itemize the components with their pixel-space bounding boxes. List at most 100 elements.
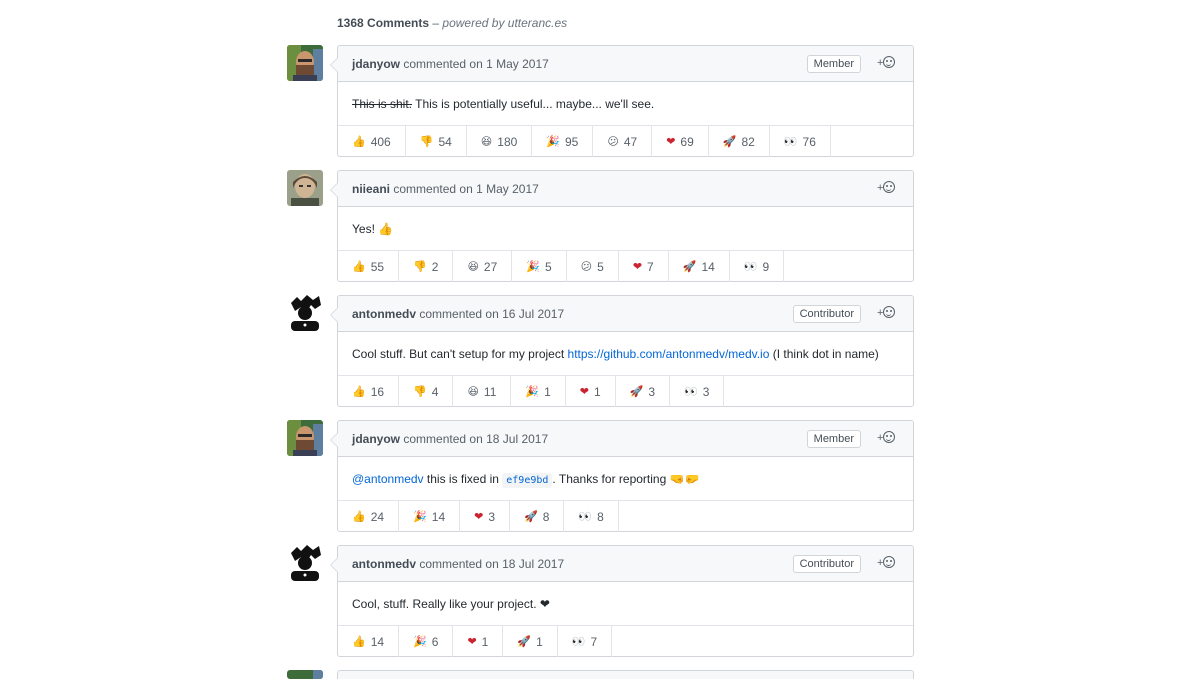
comment-date[interactable]: on 1 May 2017 [459,182,538,196]
comment: antonmedv commented on 16 Jul 2017 Contr… [287,295,914,407]
comment-text: this is fixed in [423,472,503,486]
reaction-heart[interactable]: ❤ 7 [619,251,669,282]
comment-author[interactable]: antonmedv [352,557,416,571]
reaction-laugh[interactable]: 😆 11 [453,376,512,407]
reaction-heart[interactable]: ❤ 69 [652,126,709,157]
reaction-hooray[interactable]: 🎉 6 [399,626,454,657]
comment-box: jdanyow commented on 1 May 2017 Member +… [330,45,914,157]
thumbs-down-icon: 👎 [413,385,427,398]
laugh-icon: 😆 [480,135,493,148]
reaction-eyes[interactable]: 👀 8 [564,501,619,532]
comment-text-after: . Thanks for reporting 🤜🤛 [552,472,700,486]
heart-icon: ❤ [467,635,477,648]
reaction-thumbs-up[interactable]: 👍 406 [338,126,406,157]
add-reaction-button[interactable]: + [877,306,901,322]
avatar[interactable] [287,295,323,331]
reaction-rocket[interactable]: 🚀 3 [616,376,671,407]
heart-icon: ❤ [666,135,676,148]
add-reaction-button[interactable]: + [877,556,901,572]
role-badge: Contributor [792,305,861,323]
comment-date[interactable]: on 1 May 2017 [469,57,548,71]
heart-icon: ❤ [579,385,589,398]
avatar-antonmedv-icon [287,545,323,581]
comment-author[interactable]: jdanyow [352,432,400,446]
comment-verb: commented [393,182,457,196]
powered-by-link[interactable]: powered by utteranc.es [442,16,567,30]
rocket-icon: 🚀 [682,260,697,273]
reaction-confused[interactable]: 😕 5 [567,251,619,282]
reaction-eyes[interactable]: 👀 7 [558,626,613,657]
avatar-jdanyow-icon [287,45,323,81]
eyes-icon: 👀 [571,635,586,648]
reaction-thumbs-up[interactable]: 👍 14 [338,626,400,657]
reaction-hooray[interactable]: 🎉 1 [511,376,566,407]
comment-date[interactable]: on 18 Jul 2017 [469,432,548,446]
reaction-hooray[interactable]: 🎉 95 [532,126,594,157]
reaction-hooray[interactable]: 🎉 14 [399,501,461,532]
comment-header: niieani commented on 1 May 2017 + [338,171,913,207]
party-popper-icon: 🎉 [546,135,560,148]
strikethrough-text: This is shit. [352,97,413,111]
heart-icon: ❤ [474,510,484,523]
reaction-eyes[interactable]: 👀 3 [670,376,725,407]
eyes-icon: 👀 [578,510,593,523]
comment-partial [287,670,914,679]
thumbs-up-icon: 👍 [352,635,366,648]
laugh-icon: 😆 [467,385,479,398]
comment-text: This is potentially useful... maybe... w… [412,97,655,111]
reaction-thumbs-down[interactable]: 👎 4 [399,376,454,407]
add-reaction-button[interactable]: + [877,181,901,197]
comments-header: 1368 Comments – powered by utteranc.es [337,16,567,30]
heart-icon: ❤ [632,260,643,273]
avatar[interactable] [287,170,323,206]
comment-text: Cool stuff. But can't setup for my proje… [352,347,568,361]
reaction-thumbs-up[interactable]: 👍 16 [338,376,400,407]
reaction-confused[interactable]: 😕 47 [593,126,653,157]
rocket-icon: 🚀 [517,635,532,648]
reaction-eyes[interactable]: 👀 76 [770,126,831,157]
reaction-heart[interactable]: ❤ 1 [566,376,616,407]
reaction-heart[interactable]: ❤ 3 [460,501,511,532]
reaction-rocket[interactable]: 🚀 8 [510,501,565,532]
comment-date[interactable]: on 18 Jul 2017 [485,557,564,571]
comment-author[interactable]: jdanyow [352,57,400,71]
laugh-icon: 😆 [467,260,479,273]
comment-date[interactable]: on 16 Jul 2017 [485,307,564,321]
avatar[interactable] [287,420,323,456]
comment-author[interactable]: antonmedv [352,307,416,321]
commit-hash-link[interactable]: ef9e9bd [502,473,553,488]
reaction-list: 👍 24 🎉 14 ❤ 3 🚀 8 👀 8 [338,501,913,532]
reaction-list: 👍 55 👎 2 😆 27 🎉 5 😕 5 ❤ 7 🚀 14 👀 9 [338,251,913,282]
comment-verb: commented [403,432,467,446]
reaction-thumbs-down[interactable]: 👎 54 [406,126,467,157]
reaction-laugh[interactable]: 😆 180 [467,126,533,157]
reaction-heart[interactable]: ❤ 1 [453,626,504,657]
reaction-list: 👍 14 🎉 6 ❤ 1 🚀 1 👀 7 [338,626,913,657]
avatar-jdanyow-icon [287,420,323,456]
comment-body: This is shit. This is potentially useful… [338,82,913,126]
comment: niieani commented on 1 May 2017 + Yes! 👍… [287,170,914,282]
comment-text-after: (I think dot in name) [769,347,879,361]
add-reaction-button[interactable]: + [877,431,901,447]
user-mention-link[interactable]: @antonmedv [352,472,424,486]
avatar[interactable] [287,45,323,81]
avatar[interactable] [287,670,323,679]
comment-author[interactable]: niieani [352,182,390,196]
reaction-hooray[interactable]: 🎉 5 [512,251,567,282]
reaction-rocket[interactable]: 🚀 1 [503,626,558,657]
repo-link[interactable]: https://github.com/antonmedv/medv.io [568,347,770,361]
party-popper-icon: 🎉 [525,385,540,398]
add-reaction-button[interactable]: + [877,56,901,72]
reaction-thumbs-up[interactable]: 👍 55 [338,251,400,282]
reaction-thumbs-down[interactable]: 👎 2 [399,251,454,282]
reaction-thumbs-up[interactable]: 👍 24 [338,501,400,532]
reaction-rocket[interactable]: 🚀 82 [709,126,770,157]
confused-icon: 😕 [580,260,593,273]
reaction-rocket[interactable]: 🚀 14 [669,251,730,282]
reaction-eyes[interactable]: 👀 9 [730,251,785,282]
comment-verb: commented [419,557,483,571]
smiley-icon [883,56,896,68]
reaction-laugh[interactable]: 😆 27 [453,251,513,282]
avatar[interactable] [287,545,323,581]
comment: jdanyow commented on 18 Jul 2017 Member … [287,420,914,532]
